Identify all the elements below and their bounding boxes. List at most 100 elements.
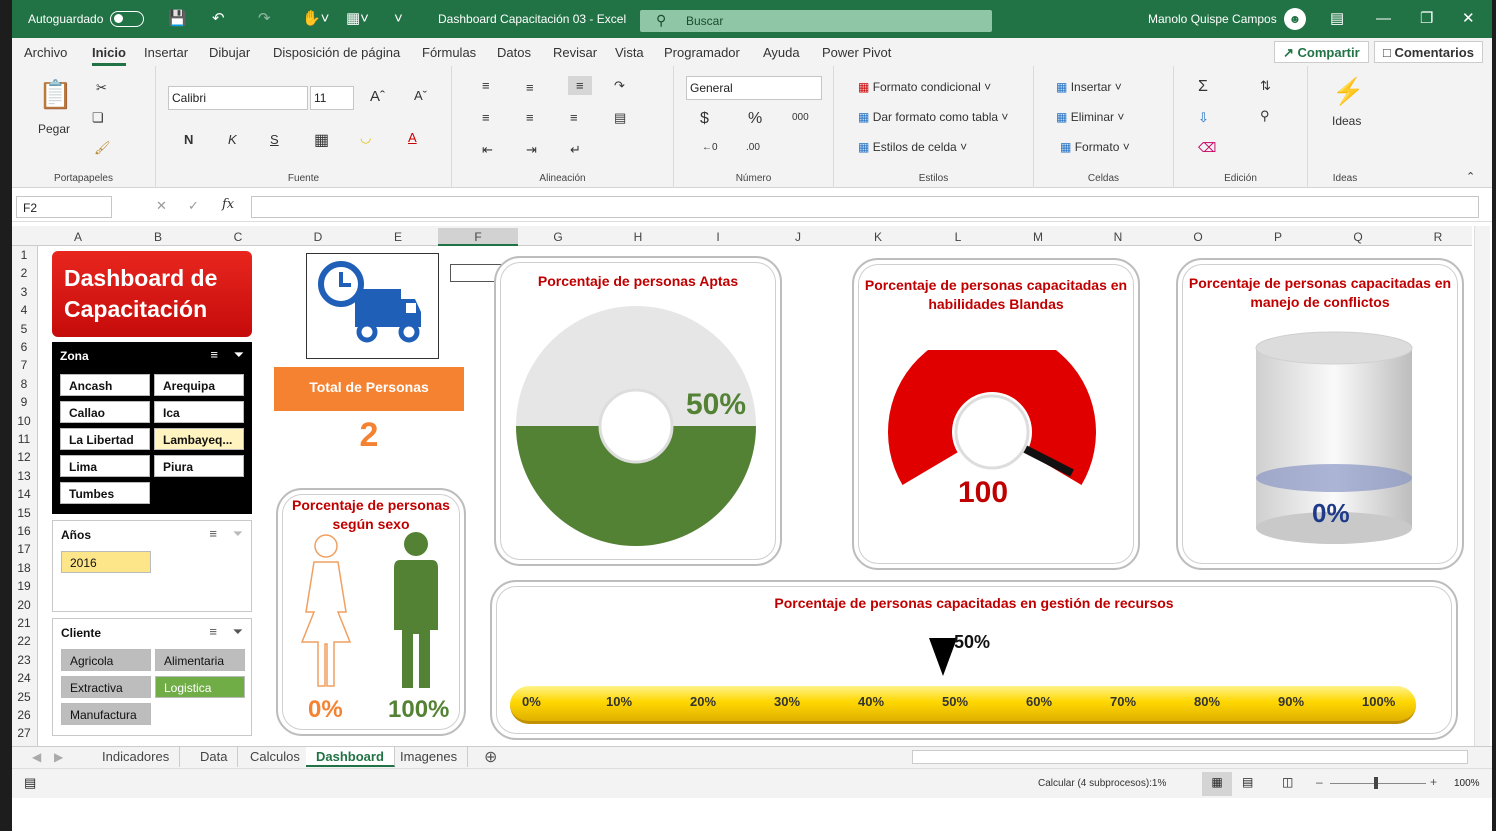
row-header[interactable]: 23: [12, 653, 36, 667]
insert-cells-button[interactable]: ▦ Insertar ˅: [1056, 80, 1122, 94]
row-header[interactable]: 18: [12, 561, 36, 575]
multiselect-icon[interactable]: ≡: [210, 347, 218, 362]
vertical-scrollbar[interactable]: [1474, 226, 1490, 746]
multiselect-icon[interactable]: ≡: [209, 624, 217, 639]
column-header[interactable]: H: [598, 230, 678, 244]
slicer-item[interactable]: Ica: [154, 401, 244, 423]
decrease-indent-icon[interactable]: ⇤: [482, 142, 493, 158]
collapse-ribbon-icon[interactable]: ⌃: [1466, 170, 1475, 183]
paste-icon[interactable]: 📋: [38, 78, 73, 111]
prev-sheet-icon[interactable]: ◀: [32, 750, 41, 764]
horizontal-scrollbar[interactable]: [912, 750, 1468, 764]
conditional-format-button[interactable]: ▦ Formato condicional ˅: [858, 80, 991, 94]
sort-filter-icon[interactable]: ⇅: [1260, 78, 1271, 94]
italic-button[interactable]: K: [228, 132, 237, 147]
percent-icon[interactable]: %: [748, 110, 762, 128]
row-header[interactable]: 13: [12, 469, 36, 483]
column-header[interactable]: L: [918, 230, 998, 244]
macro-record-icon[interactable]: ▤: [24, 775, 36, 791]
increase-font-icon[interactable]: Aˆ: [370, 88, 385, 105]
fill-icon[interactable]: ⇩: [1198, 110, 1209, 126]
tab-ayuda[interactable]: Ayuda: [763, 45, 800, 60]
paste-label[interactable]: Pegar: [38, 122, 70, 136]
sheet-tab[interactable]: Dashboard: [306, 747, 395, 767]
row-header[interactable]: 20: [12, 598, 36, 612]
tab-formulas[interactable]: Fórmulas: [422, 45, 476, 60]
slicer-item[interactable]: La Libertad: [60, 428, 150, 450]
ribbon-display-icon[interactable]: ▤: [1330, 9, 1344, 29]
fill-color-icon[interactable]: ◡: [360, 130, 371, 146]
column-header[interactable]: Q: [1318, 230, 1398, 244]
tab-archivo[interactable]: Archivo: [24, 45, 67, 60]
add-sheet-icon[interactable]: ⊕: [484, 747, 497, 767]
slicer-item[interactable]: Tumbes: [60, 482, 150, 504]
tab-datos[interactable]: Datos: [497, 45, 531, 60]
row-header[interactable]: 7: [12, 358, 36, 372]
slicer-item[interactable]: Ancash: [60, 374, 150, 396]
row-header[interactable]: 1: [12, 248, 36, 262]
slicer-item[interactable]: Lambayeq...: [154, 428, 244, 450]
sort-icon[interactable]: ▦˅: [346, 9, 369, 29]
sheet-tab[interactable]: Indicadores: [92, 747, 181, 767]
enter-icon[interactable]: ✓: [188, 198, 199, 214]
column-header[interactable]: A: [38, 230, 118, 244]
slicer-item[interactable]: Arequipa: [154, 374, 244, 396]
ideas-button[interactable]: Ideas: [1332, 114, 1361, 128]
sheet-tab[interactable]: Imagenes: [390, 747, 469, 767]
clear-filter-icon[interactable]: ⏷: [233, 526, 243, 542]
row-header[interactable]: 22: [12, 634, 36, 648]
column-header[interactable]: E: [358, 230, 438, 244]
borders-icon[interactable]: ▦: [314, 130, 329, 150]
align-center-icon[interactable]: ≡: [526, 110, 534, 125]
decrease-font-icon[interactable]: Aˇ: [414, 88, 427, 103]
row-header[interactable]: 17: [12, 542, 36, 556]
sheet-tab[interactable]: Calculos: [240, 747, 311, 767]
cancel-icon[interactable]: ✕: [156, 198, 167, 214]
merge-icon[interactable]: ▤: [614, 110, 626, 126]
font-name-combo[interactable]: Calibri: [168, 86, 308, 110]
column-header[interactable]: J: [758, 230, 838, 244]
slicer-item[interactable]: Piura: [154, 455, 244, 477]
row-header[interactable]: 16: [12, 524, 36, 538]
clear-filter-icon[interactable]: ⏷: [234, 347, 244, 363]
formula-input[interactable]: [251, 196, 1479, 218]
row-header[interactable]: 8: [12, 377, 36, 391]
column-header[interactable]: D: [278, 230, 358, 244]
column-header[interactable]: M: [998, 230, 1078, 244]
sheet-tab[interactable]: Data: [190, 747, 239, 767]
column-header[interactable]: G: [518, 230, 598, 244]
tab-programador[interactable]: Programador: [664, 45, 740, 60]
row-header[interactable]: 14: [12, 487, 36, 501]
wrap-icon[interactable]: ↵: [570, 142, 581, 158]
decrease-decimal-icon[interactable]: .00: [746, 142, 760, 153]
row-header[interactable]: 26: [12, 708, 36, 722]
search-box[interactable]: ⚲ Buscar: [640, 10, 992, 32]
cell-styles-button[interactable]: ▦ Estilos de celda ˅: [858, 140, 967, 154]
format-as-table-button[interactable]: ▦ Dar formato como tabla ˅: [858, 110, 1008, 124]
tab-power-pivot[interactable]: Power Pivot: [822, 45, 891, 60]
row-header[interactable]: 6: [12, 340, 36, 354]
save-icon[interactable]: 💾: [168, 9, 187, 29]
column-header[interactable]: K: [838, 230, 918, 244]
column-header[interactable]: I: [678, 230, 758, 244]
slicer-item[interactable]: Callao: [60, 401, 150, 423]
minimize-icon[interactable]: —: [1376, 9, 1391, 29]
undo-icon[interactable]: ↶: [212, 9, 225, 29]
insert-function-icon[interactable]: fx: [222, 197, 234, 212]
page-break-icon[interactable]: ◫: [1282, 775, 1293, 789]
thousands-icon[interactable]: 000: [792, 112, 809, 123]
customize-toolbar-icon[interactable]: ˅: [394, 9, 403, 29]
zoom-out-icon[interactable]: –: [1316, 775, 1323, 789]
column-header[interactable]: R: [1398, 230, 1478, 244]
slicer-item[interactable]: Extractiva: [61, 676, 151, 698]
bold-button[interactable]: N: [184, 132, 193, 147]
font-color-icon[interactable]: A: [408, 130, 417, 145]
tab-insertar[interactable]: Insertar: [144, 45, 188, 60]
increase-decimal-icon[interactable]: ←0: [702, 142, 718, 153]
avatar[interactable]: ☻: [1284, 8, 1306, 30]
row-header[interactable]: 25: [12, 690, 36, 704]
normal-view-icon[interactable]: ▦: [1202, 772, 1232, 796]
clear-icon[interactable]: ⌫: [1198, 140, 1216, 156]
orientation-icon[interactable]: ↷: [614, 78, 625, 94]
row-header[interactable]: 12: [12, 450, 36, 464]
